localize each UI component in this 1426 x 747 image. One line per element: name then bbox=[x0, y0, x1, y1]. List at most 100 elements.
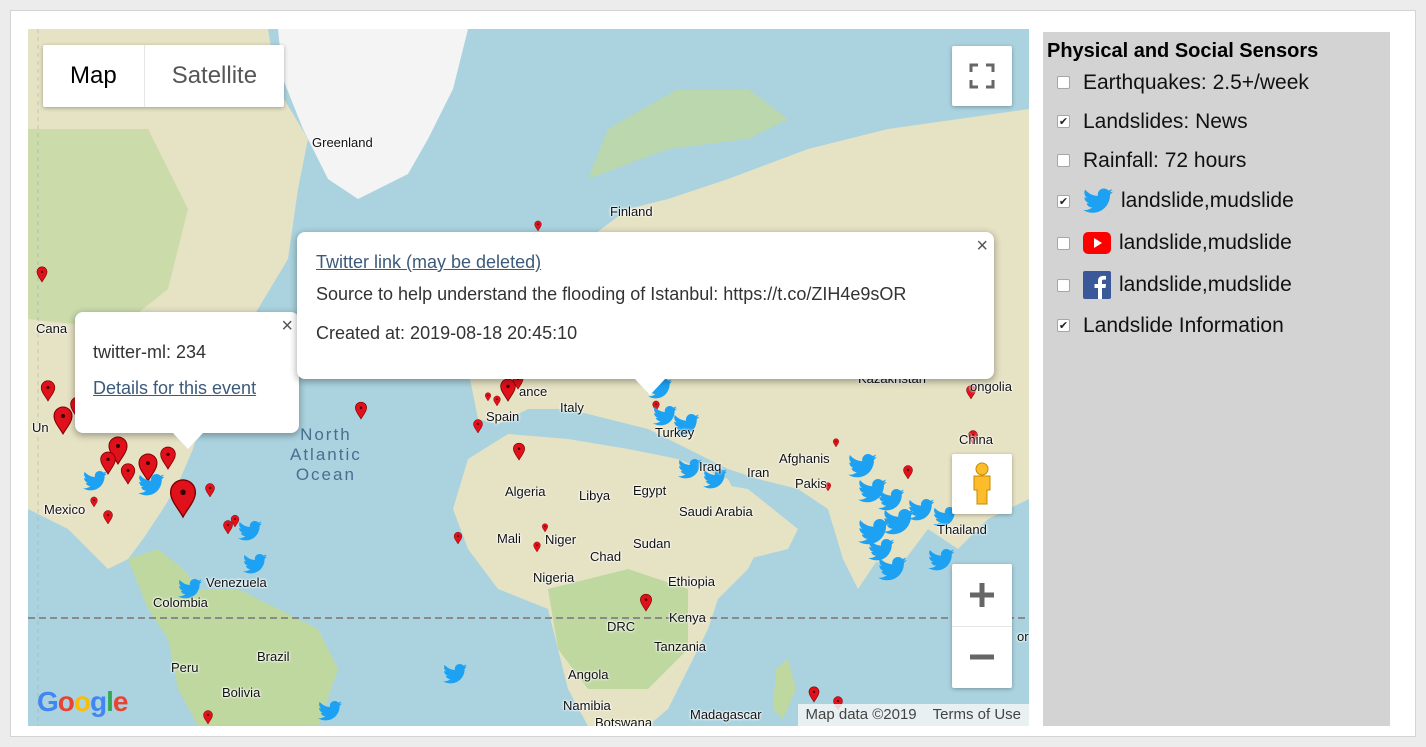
layer-label: Earthquakes: 2.5+/week bbox=[1083, 70, 1309, 94]
label-turkey: Turkey bbox=[655, 425, 695, 440]
tweet-created-at: Created at: 2019-08-18 20:45:10 bbox=[316, 323, 578, 343]
label-france: ance bbox=[519, 384, 548, 399]
landslide-marker[interactable] bbox=[355, 401, 367, 420]
layer-checkbox[interactable] bbox=[1057, 76, 1070, 89]
landslide-marker[interactable] bbox=[534, 220, 542, 232]
close-icon[interactable]: × bbox=[976, 236, 988, 256]
label-mali: Mali bbox=[497, 531, 521, 546]
layer-checkbox[interactable] bbox=[1057, 236, 1070, 250]
landslide-marker[interactable] bbox=[533, 541, 541, 553]
layer-row-facebook[interactable]: landslide,mudslide bbox=[1043, 264, 1390, 306]
tweet-marker[interactable] bbox=[83, 471, 107, 491]
map-type-button-satellite[interactable]: Satellite bbox=[145, 45, 284, 107]
tweet-marker[interactable] bbox=[908, 499, 935, 521]
layer-checkbox[interactable]: ✔ bbox=[1057, 115, 1070, 128]
event-details-link[interactable]: Details for this event bbox=[93, 378, 256, 399]
tweet-marker[interactable] bbox=[318, 701, 342, 721]
landslide-marker[interactable] bbox=[903, 465, 913, 480]
label-algeria: Algeria bbox=[505, 484, 546, 499]
landslide-marker[interactable] bbox=[53, 406, 73, 436]
layer-checkbox[interactable] bbox=[1057, 278, 1070, 292]
map-data-attribution: Map data ©2019 bbox=[805, 706, 917, 723]
layer-row-twitter[interactable]: ✔ landslide,mudslide bbox=[1043, 180, 1390, 222]
label-nigeria: Nigeria bbox=[533, 570, 575, 585]
tweet-marker[interactable] bbox=[928, 549, 955, 571]
label-madagascar: Madagascar bbox=[690, 707, 762, 722]
label-venezuela: Venezuela bbox=[206, 575, 267, 590]
label-tanzania: Tanzania bbox=[654, 639, 707, 654]
landslide-marker[interactable] bbox=[169, 479, 197, 519]
tweet-marker[interactable] bbox=[238, 521, 262, 541]
label-angola: Angola bbox=[568, 667, 609, 682]
google-logo[interactable]: Google bbox=[37, 686, 128, 718]
label-mexico: Mexico bbox=[44, 502, 86, 517]
info-window-event: × twitter-ml: 234 Details for this event bbox=[75, 312, 299, 449]
landslide-marker[interactable] bbox=[223, 520, 233, 535]
landslide-marker[interactable] bbox=[90, 496, 98, 508]
landslide-marker[interactable] bbox=[500, 378, 516, 402]
layer-checkbox[interactable] bbox=[1057, 154, 1070, 167]
minus-icon bbox=[970, 654, 994, 660]
landslide-marker[interactable] bbox=[100, 451, 116, 475]
label-italy: Italy bbox=[560, 400, 584, 415]
landslide-marker[interactable] bbox=[160, 446, 176, 470]
landslide-marker[interactable] bbox=[36, 266, 48, 283]
tweet-marker[interactable] bbox=[443, 664, 467, 684]
landslide-marker[interactable] bbox=[808, 686, 820, 703]
world-map[interactable]: Greenland Finland Cana Un Mexico Venezue… bbox=[28, 29, 1029, 726]
tweet-marker[interactable] bbox=[878, 489, 905, 511]
tweet-marker[interactable] bbox=[868, 539, 895, 561]
label-drc: DRC bbox=[607, 619, 636, 634]
landslide-marker[interactable] bbox=[542, 523, 548, 533]
zoom-control bbox=[952, 564, 1012, 688]
label-brazil: Brazil bbox=[257, 649, 290, 664]
tweet-marker[interactable] bbox=[848, 454, 877, 478]
tweet-marker[interactable] bbox=[138, 474, 165, 496]
label-botswana: Botswana bbox=[595, 715, 653, 726]
fullscreen-button[interactable] bbox=[952, 46, 1012, 106]
layer-row-rainfall[interactable]: Rainfall: 72 hours bbox=[1043, 141, 1390, 180]
fullscreen-icon bbox=[969, 63, 995, 89]
landslide-marker[interactable] bbox=[453, 531, 463, 545]
label-pakistan: Pakis bbox=[795, 476, 827, 491]
layer-checkbox[interactable]: ✔ bbox=[1057, 319, 1070, 332]
landslide-marker[interactable] bbox=[640, 593, 652, 612]
tweet-marker[interactable] bbox=[883, 509, 915, 535]
landslide-marker[interactable] bbox=[493, 395, 501, 407]
landslide-marker[interactable] bbox=[203, 710, 213, 725]
label-colombia: Colombia bbox=[153, 595, 208, 610]
label-kenya: Kenya bbox=[669, 610, 706, 625]
info-window-tail bbox=[635, 379, 665, 395]
label-libya: Libya bbox=[579, 488, 611, 503]
label-greenland: Greenland bbox=[312, 135, 373, 150]
landslide-marker[interactable] bbox=[40, 380, 56, 402]
tweet-text: Source to help understand the flooding o… bbox=[316, 284, 907, 304]
landslide-marker[interactable] bbox=[485, 392, 491, 402]
label-thailand: Thailand bbox=[937, 522, 987, 537]
zoom-out-button[interactable] bbox=[952, 627, 1012, 689]
layer-label: landslide,mudslide bbox=[1119, 273, 1292, 296]
close-icon[interactable]: × bbox=[281, 316, 293, 336]
layer-row-landslide-information[interactable]: ✔ Landslide Information bbox=[1043, 306, 1390, 345]
landslide-marker[interactable] bbox=[833, 438, 839, 448]
terms-of-use-link[interactable]: Terms of Use bbox=[925, 704, 1029, 726]
tweet-marker[interactable] bbox=[878, 557, 907, 581]
twitter-link[interactable]: Twitter link (may be deleted) bbox=[316, 252, 541, 273]
street-view-pegman-button[interactable] bbox=[952, 454, 1012, 514]
map-type-button-map[interactable]: Map bbox=[43, 45, 145, 107]
landslide-marker[interactable] bbox=[205, 483, 215, 498]
zoom-in-button[interactable] bbox=[952, 564, 1012, 627]
landslide-marker[interactable] bbox=[120, 463, 136, 485]
info-window-tail bbox=[173, 433, 203, 449]
landslide-marker[interactable] bbox=[473, 419, 483, 434]
layer-row-youtube[interactable]: landslide,mudslide bbox=[1043, 222, 1390, 264]
label-spain: Spain bbox=[486, 409, 520, 424]
layer-row-earthquakes[interactable]: Earthquakes: 2.5+/week bbox=[1043, 63, 1390, 102]
landslide-marker[interactable] bbox=[513, 442, 525, 461]
layer-checkbox[interactable]: ✔ bbox=[1057, 194, 1070, 208]
layer-row-landslides-news[interactable]: ✔ Landslides: News bbox=[1043, 102, 1390, 141]
landslide-marker[interactable] bbox=[103, 510, 113, 525]
label-mongolia: ongolia bbox=[970, 379, 1012, 394]
tweet-marker[interactable] bbox=[653, 406, 677, 426]
tweet-marker[interactable] bbox=[243, 554, 267, 574]
